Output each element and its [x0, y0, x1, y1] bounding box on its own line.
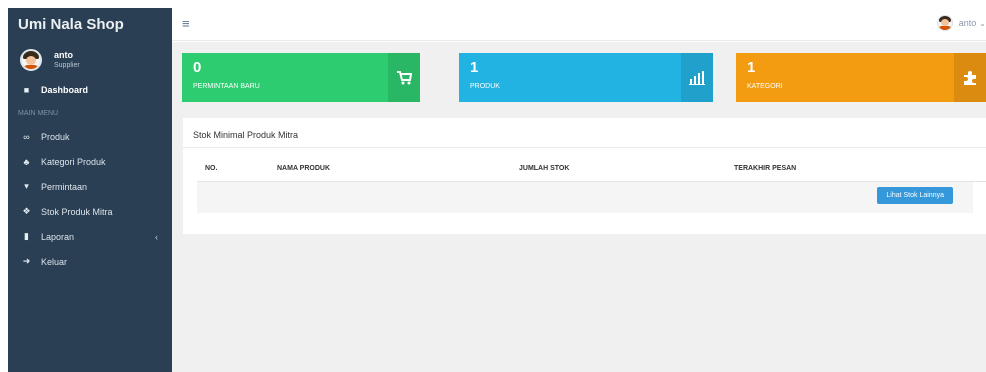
stat-value: 1: [747, 59, 756, 76]
stat-permintaan-baru[interactable]: 0 PERMINTAAN BARU: [182, 53, 420, 102]
stat-value: 1: [470, 59, 479, 76]
sidebar-item-kategori-produk[interactable]: ♣ Kategori Produk: [8, 149, 172, 174]
profile-name: anto: [54, 50, 73, 60]
sidebar-item-keluar[interactable]: ➜ Keluar: [8, 249, 172, 274]
table-row: Lihat Stok Lainnya: [197, 182, 973, 213]
sidebar-item-permintaan[interactable]: ▾ Permintaan: [8, 174, 172, 199]
stat-produk[interactable]: 1 PRODUK: [459, 53, 713, 102]
puzzle-icon: [954, 53, 986, 102]
chevron-down-icon: ⌄: [979, 18, 986, 28]
sidebar-item-stok-produk-mitra[interactable]: ❖ Stok Produk Mitra: [8, 199, 172, 224]
cubes-icon: ❖: [22, 206, 31, 216]
profile: anto Supplier: [8, 41, 172, 77]
sidebar-item-laporan[interactable]: ▮ Laporan ‹: [8, 224, 172, 249]
sidebar-item-label: Laporan: [41, 231, 75, 242]
user-avatar: [936, 15, 953, 31]
main-content: 0 PERMINTAAN BARU 1 PRODUK 1 KATEGORI St…: [172, 42, 986, 372]
user-menu[interactable]: anto ⌄: [936, 15, 986, 31]
stat-label: PRODUK: [470, 83, 500, 90]
panel-title: Stok Minimal Produk Mitra: [183, 118, 986, 148]
sidebar-item-label: Dashboard: [41, 84, 89, 95]
column-header: JUMLAH STOK: [519, 165, 570, 172]
column-header: NO.: [205, 165, 218, 172]
menu-header: MAIN MENU: [18, 109, 59, 117]
sidebar-item-label: Produk: [41, 131, 70, 142]
cart-icon: ▾: [24, 181, 29, 191]
stat-kategori[interactable]: 1 KATEGORI: [736, 53, 986, 102]
sidebar-item-label: Keluar: [41, 256, 68, 267]
sign-out-icon: ➜: [22, 256, 31, 266]
profile-role: Supplier: [54, 62, 80, 69]
brand-title[interactable]: Umi Nala Shop: [8, 8, 172, 41]
glasses-icon: ∞: [23, 131, 30, 142]
sidebar-item-dashboard[interactable]: ■ Dashboard: [8, 77, 172, 102]
table-header: NO. NAMA PRODUK JUMLAH STOK TERAKHIR PES…: [197, 156, 986, 182]
sidebar-item-label: Stok Produk Mitra: [41, 206, 113, 217]
column-header: NAMA PRODUK: [277, 165, 331, 172]
dashboard-icon: ■: [23, 84, 30, 95]
cart-icon: [388, 53, 420, 102]
stock-table: NO. NAMA PRODUK JUMLAH STOK TERAKHIR PES…: [197, 156, 986, 213]
chevron-left-icon: ‹: [155, 231, 158, 242]
bar-chart-icon: [681, 53, 713, 102]
stat-label: KATEGORI: [747, 83, 783, 90]
top-navbar: ≡ anto ⌄: [172, 8, 986, 41]
stat-value: 0: [193, 59, 202, 76]
sidebar-item-produk[interactable]: ∞ Produk: [8, 124, 172, 149]
sitemap-icon: ♣: [23, 156, 30, 167]
menu-toggle-icon[interactable]: ≡: [182, 16, 190, 31]
stok-minimal-panel: Stok Minimal Produk Mitra NO. NAMA PRODU…: [183, 118, 986, 234]
sidebar-item-label: Permintaan: [41, 181, 88, 192]
lihat-stok-lainnya-button[interactable]: Lihat Stok Lainnya: [877, 187, 953, 204]
avatar: [20, 49, 42, 71]
sidebar-item-label: Kategori Produk: [41, 156, 106, 167]
sidebar: Umi Nala Shop anto Supplier ■ Dashboard …: [8, 8, 172, 372]
file-icon: ▮: [24, 231, 29, 241]
user-name: anto: [958, 18, 977, 28]
stat-label: PERMINTAAN BARU: [193, 83, 260, 90]
column-header: TERAKHIR PESAN: [734, 165, 797, 172]
